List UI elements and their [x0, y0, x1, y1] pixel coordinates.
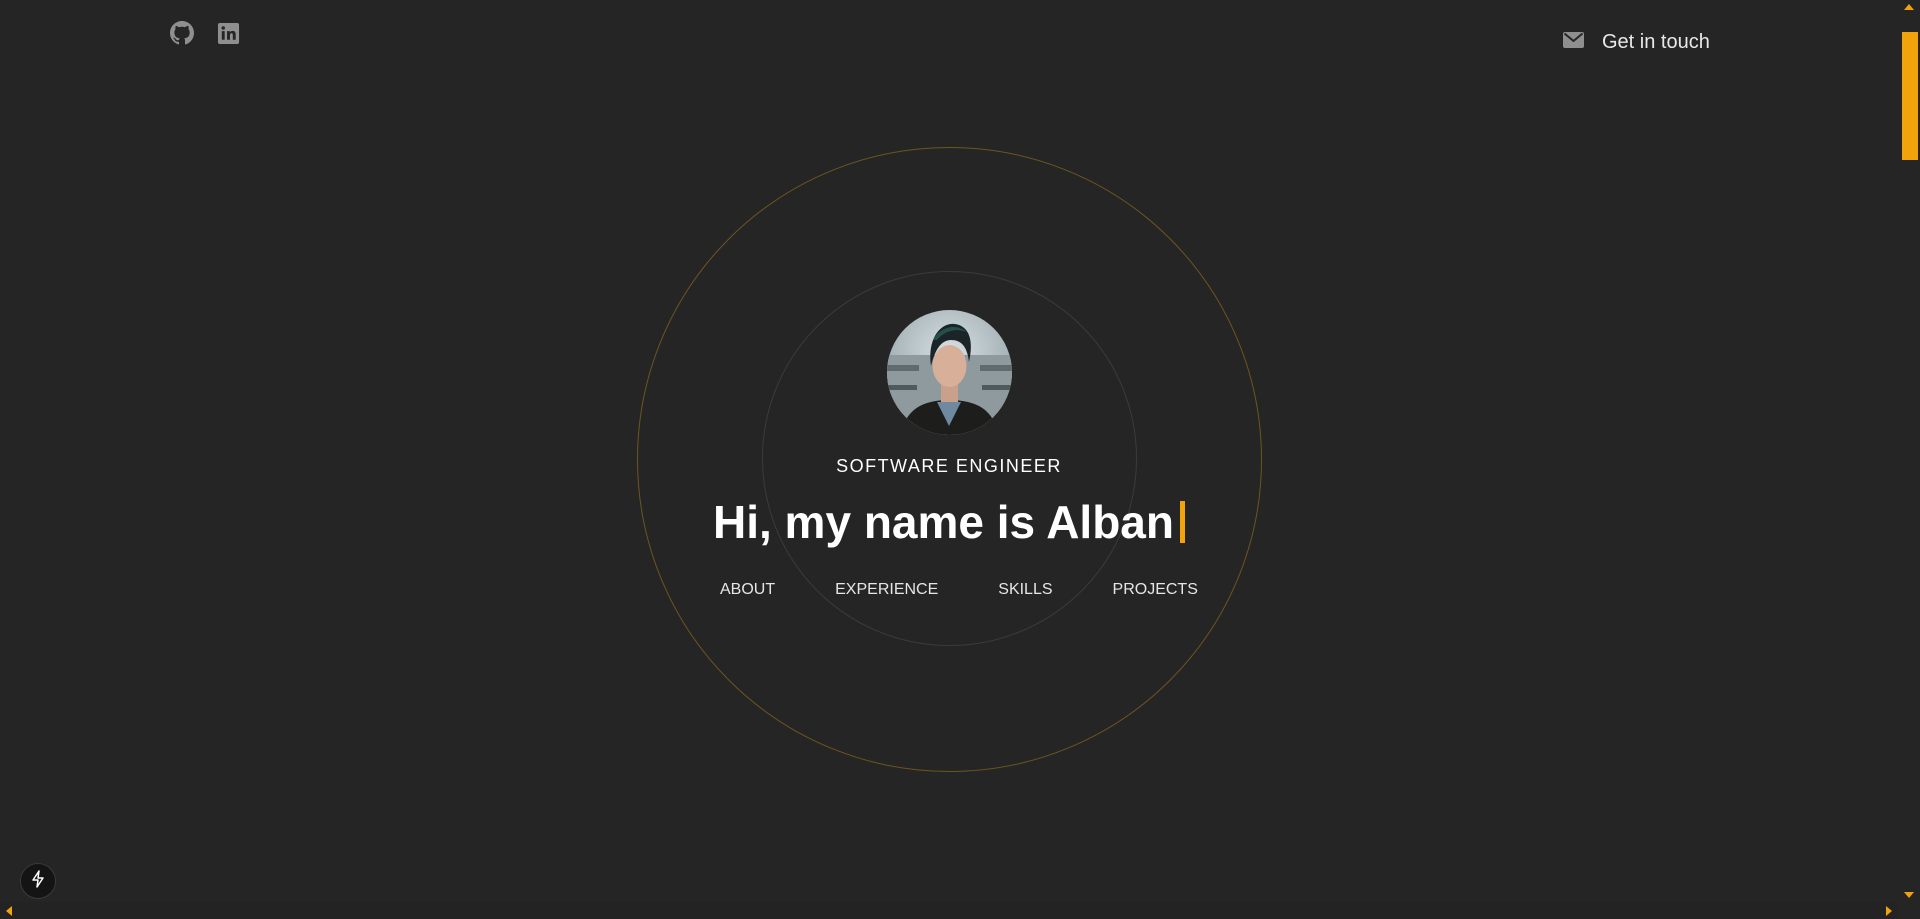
avatar	[887, 310, 1012, 435]
lightning-icon	[30, 869, 46, 893]
scroll-down-icon[interactable]	[1904, 892, 1914, 898]
vertical-scrollbar[interactable]	[1898, 0, 1920, 902]
github-icon[interactable]	[169, 20, 195, 46]
section-nav: ABOUT EXPERIENCE SKILLS PROJECTS	[720, 581, 1198, 599]
scroll-left-icon[interactable]	[6, 906, 12, 916]
greeting: Hi, my name is Alban	[0, 495, 1898, 549]
get-in-touch-label: Get in touch	[1602, 31, 1710, 53]
scrollbar-thumb[interactable]	[1902, 32, 1918, 160]
scrollbar-corner	[1898, 902, 1920, 919]
mail-icon	[1563, 32, 1584, 53]
nav-experience[interactable]: EXPERIENCE	[835, 581, 938, 599]
typing-cursor	[1180, 501, 1185, 543]
greeting-text: Hi, my name is Alban	[713, 496, 1174, 548]
scroll-right-icon[interactable]	[1886, 906, 1892, 916]
linkedin-icon[interactable]	[215, 20, 241, 46]
get-in-touch-button[interactable]: Get in touch	[1563, 31, 1710, 54]
scroll-up-icon[interactable]	[1904, 4, 1914, 10]
role-title: SOFTWARE ENGINEER	[836, 456, 1062, 476]
lightning-button[interactable]	[20, 863, 56, 899]
nav-projects[interactable]: PROJECTS	[1113, 581, 1198, 599]
nav-about[interactable]: ABOUT	[720, 581, 775, 599]
social-links	[169, 20, 241, 46]
horizontal-scrollbar[interactable]	[0, 902, 1898, 919]
nav-skills[interactable]: SKILLS	[998, 581, 1052, 599]
